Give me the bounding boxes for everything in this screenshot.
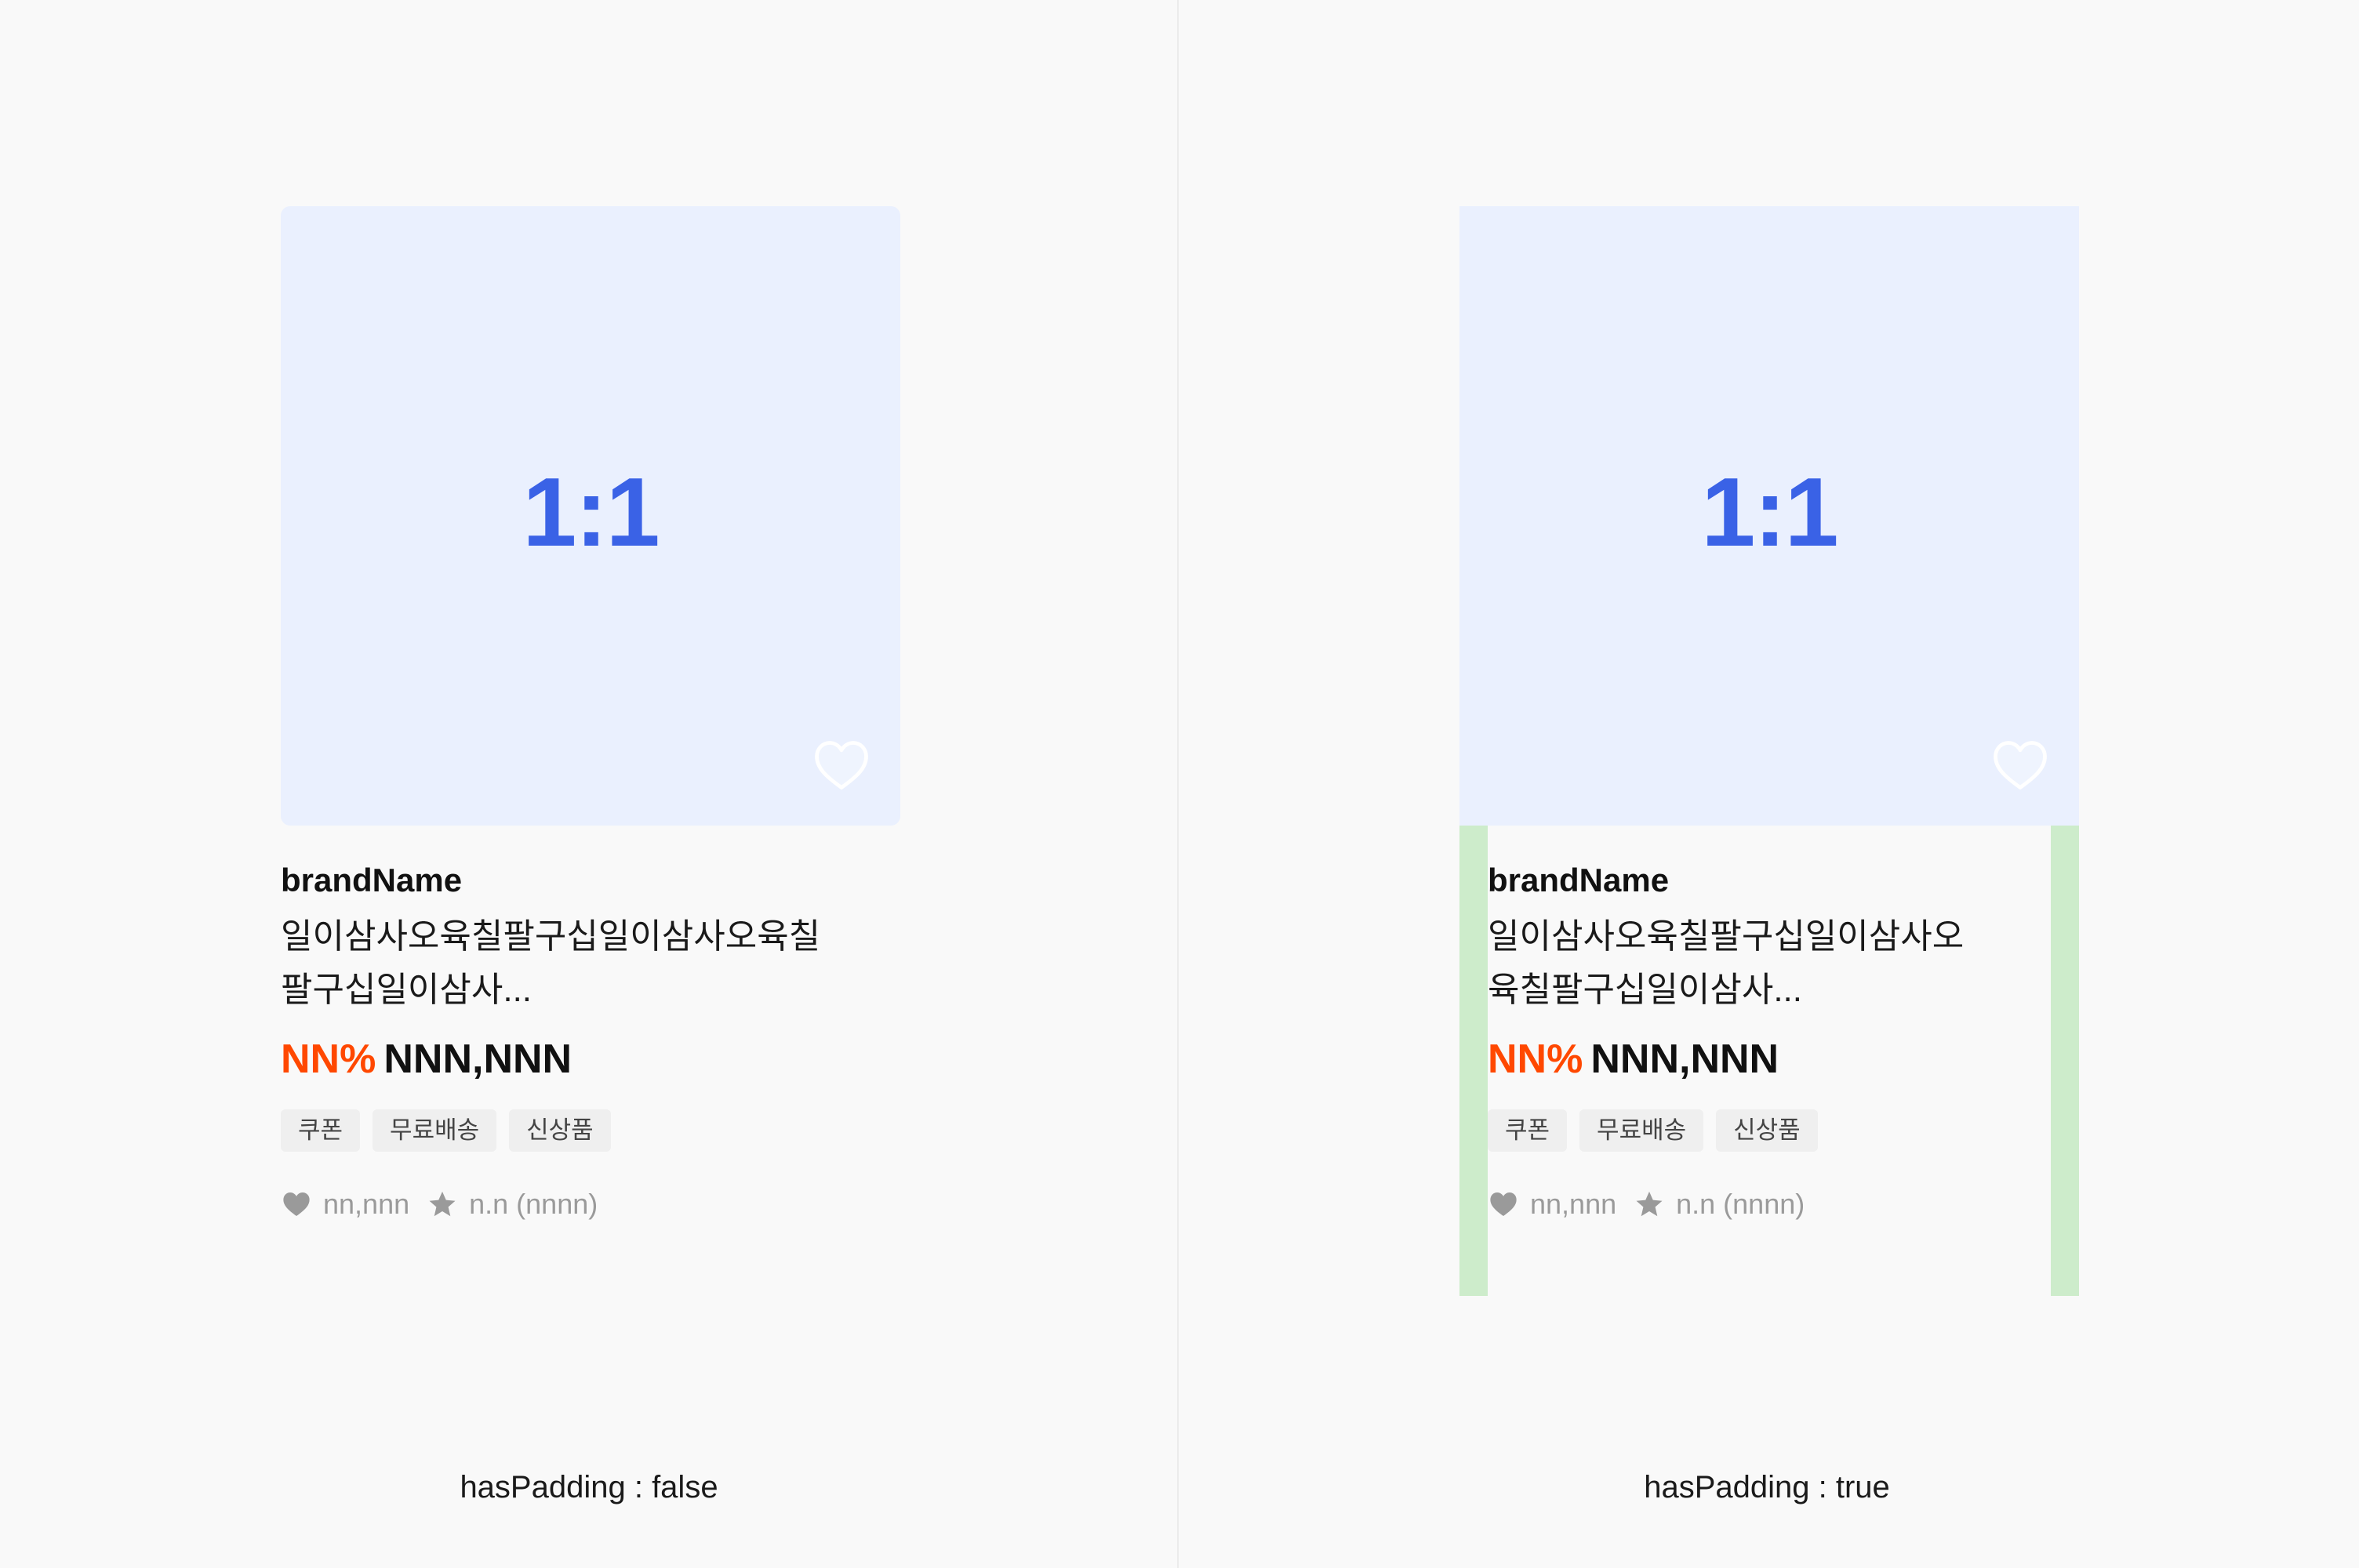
badge-coupon: 쿠폰 (1488, 1109, 1568, 1152)
variant-no-padding: 1:1 brandName 일이삼사오육칠팔구십일이삼사오육칠팔구십일이삼사..… (0, 0, 1178, 1568)
badge-free-shipping: 무료배송 (373, 1109, 497, 1152)
price-row: NN% NNN,NNN (1488, 1033, 2051, 1086)
badge-coupon: 쿠폰 (281, 1109, 361, 1152)
product-thumbnail[interactable]: 1:1 (281, 206, 900, 826)
discount-rate: NN% (1488, 1036, 1583, 1082)
heart-filled-icon (1488, 1189, 1519, 1220)
rating-score: n.n (nnnn) (1676, 1188, 1805, 1220)
badge-list: 쿠폰 무료배송 신상품 (1488, 1109, 2051, 1152)
padding-guide-right (2051, 826, 2079, 1296)
product-title[interactable]: 일이삼사오육칠팔구십일이삼사오육칠팔구십일이삼사... (1488, 910, 1982, 1017)
badge-new: 신상품 (1716, 1109, 1818, 1152)
product-card[interactable]: 1:1 brandName 일이삼사오육칠팔구십일이삼사오육칠팔구십일이삼사..… (281, 206, 900, 1296)
discount-rate: NN% (281, 1036, 376, 1082)
review-meta: nn,nnn n.n (nnnn) (281, 1188, 900, 1221)
product-thumbnail[interactable]: 1:1 (1459, 206, 2079, 826)
variant-with-padding: 1:1 brandName 일이삼사오육칠팔구십일이삼사오육칠팔구십일이삼사..… (1178, 0, 2356, 1568)
variant-caption: hasPadding : false (460, 1470, 718, 1504)
brand-name[interactable]: brandName (1488, 857, 2051, 904)
sale-price: NNN,NNN (383, 1036, 572, 1082)
aspect-ratio-label: 1:1 (522, 459, 660, 567)
product-info: brandName 일이삼사오육칠팔구십일이삼사오육칠팔구십일이삼사... NN… (281, 857, 900, 1221)
variant-caption: hasPadding : true (1644, 1470, 1890, 1504)
like-count: nn,nnn (323, 1188, 410, 1220)
aspect-ratio-label: 1:1 (1701, 459, 1838, 567)
rating-score: n.n (nnnn) (469, 1188, 598, 1220)
star-icon (1634, 1189, 1665, 1220)
badge-new: 신상품 (509, 1109, 611, 1152)
heart-filled-icon (281, 1189, 312, 1220)
badge-list: 쿠폰 무료배송 신상품 (281, 1109, 900, 1152)
star-icon (427, 1189, 458, 1220)
product-info: brandName 일이삼사오육칠팔구십일이삼사오육칠팔구십일이삼사... NN… (1488, 857, 2051, 1221)
badge-free-shipping: 무료배송 (1579, 1109, 1704, 1152)
review-meta: nn,nnn n.n (nnnn) (1488, 1188, 2051, 1221)
price-row: NN% NNN,NNN (281, 1033, 900, 1086)
brand-name[interactable]: brandName (281, 857, 900, 904)
wishlist-heart-icon[interactable] (1991, 739, 2049, 791)
product-card[interactable]: 1:1 brandName 일이삼사오육칠팔구십일이삼사오육칠팔구십일이삼사..… (1459, 206, 2079, 1296)
sale-price: NNN,NNN (1590, 1036, 1779, 1082)
wishlist-heart-icon[interactable] (812, 739, 871, 791)
like-count: nn,nnn (1530, 1188, 1617, 1220)
padding-guide-left (1459, 826, 1488, 1296)
product-title[interactable]: 일이삼사오육칠팔구십일이삼사오육칠팔구십일이삼사... (281, 910, 845, 1017)
